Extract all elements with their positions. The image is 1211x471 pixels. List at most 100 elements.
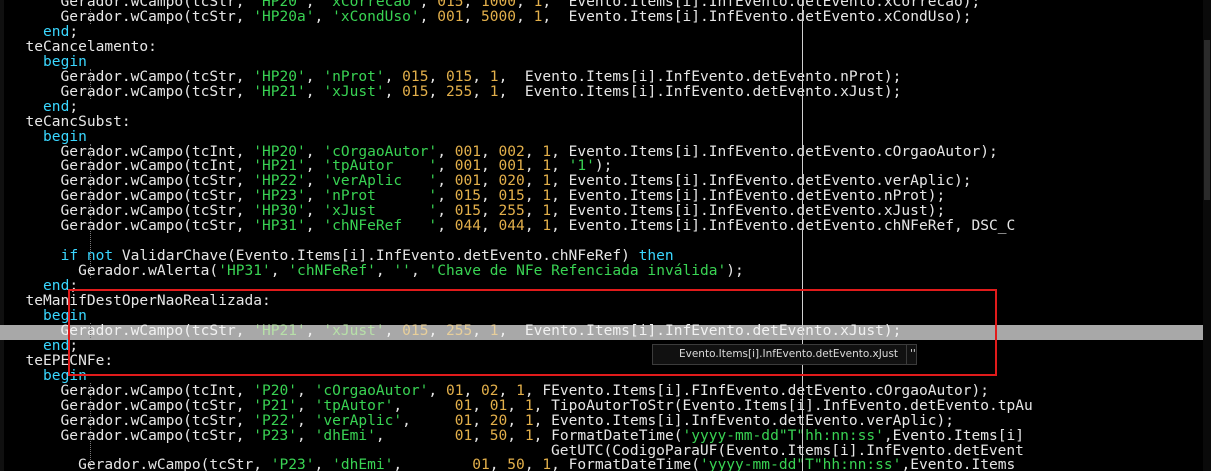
code-text: Gerador.wCampo(tcStr, [8, 456, 271, 471]
code-text: , [375, 262, 394, 280]
code-string: '' [393, 262, 411, 280]
code-text: , [428, 82, 446, 100]
code-line[interactable]: Gerador.wCampo(tcStr, 'HP21', 'xJust', 0… [8, 321, 902, 339]
code-string: 'xJust' [323, 321, 385, 339]
code-text: , [393, 456, 473, 471]
tooltip-expression: Evento.Items[i].InfEvento.detEvento.xJus… [653, 345, 908, 364]
code-number: 01 [472, 456, 490, 471]
code-line[interactable]: end; [8, 24, 78, 39]
code-line[interactable]: begin [8, 308, 87, 323]
code-line[interactable]: Gerador.wCampo(tcStr, 'P23', 'dhEmi', 01… [8, 457, 1015, 471]
indent-guide [90, 382, 91, 471]
code-editor[interactable]: Gerador.wCampo(tcStr, 'HP20', 'xCorrecao… [0, 0, 1211, 471]
code-text: , [472, 321, 490, 339]
code-line[interactable]: Gerador.wCampo(tcStr, 'P21', 'tpAutor', … [8, 398, 1033, 413]
code-string: 'P23' [270, 456, 315, 471]
code-string: 'HP31' [253, 217, 306, 235]
code-text: , [419, 7, 438, 25]
code-line[interactable]: GetUTC(CodigoParaUF(Evento.Items[i].InfE… [8, 443, 1024, 458]
code-number: 50 [507, 456, 525, 471]
code-string: 'xCondUso' [332, 7, 420, 25]
code-text: , [524, 217, 543, 235]
code-text: , [481, 217, 499, 235]
code-line[interactable]: Gerador.wCampo(tcStr, 'HP22', 'verAplic … [8, 173, 972, 188]
code-text: , [428, 321, 446, 339]
indent-guide [90, 68, 91, 99]
code-number: 001 [437, 7, 464, 25]
code-string: 'dhEmi' [332, 456, 394, 471]
code-line[interactable]: teManifDestOperNaoRealizada: [8, 293, 271, 308]
scrollbar-thumb[interactable] [1204, 40, 1210, 200]
code-line[interactable]: begin [8, 54, 87, 69]
code-string: 'chNFeRef ' [323, 217, 438, 235]
editor-gutter[interactable] [0, 0, 4, 471]
code-line[interactable]: Gerador.wAlerta('HP31', 'chNFeRef', '', … [8, 263, 744, 278]
code-number: 044 [454, 217, 481, 235]
code-text: , [314, 7, 333, 25]
code-text: ,Evento.Items [901, 456, 1016, 471]
code-line[interactable]: end; [8, 338, 78, 353]
code-text: , [384, 321, 403, 339]
code-number: 015 [402, 321, 429, 339]
code-number: 1 [542, 456, 552, 471]
code-line[interactable]: teCancelamento: [8, 39, 157, 54]
code-line[interactable]: begin [8, 368, 87, 383]
code-line[interactable]: Gerador.wCampo(tcStr, 'HP20', 'nProt', 0… [8, 69, 902, 84]
code-number: 255 [445, 321, 473, 339]
code-line[interactable]: Gerador.wCampo(tcStr, 'HP31', 'chNFeRef … [8, 217, 1016, 235]
code-text: , [270, 262, 289, 280]
code-text: , Evento.Items[i].InfEvento.detEvento.ch… [551, 217, 1016, 235]
code-text: Gerador.wCampo(tcStr, [8, 217, 254, 235]
code-line[interactable]: Gerador.wCampo(tcStr, 'P22', 'verAplic',… [8, 413, 954, 428]
code-line[interactable]: Gerador.wCampo(tcStr, 'HP30', 'xJust ', … [8, 203, 946, 218]
code-string: 'HP20a' [253, 7, 315, 25]
code-line[interactable]: Gerador.wCampo(tcStr, 'HP23', 'nProt ', … [8, 188, 946, 203]
code-line[interactable]: Gerador.wCampo(tcInt, 'HP20', 'cOrgaoAut… [8, 144, 998, 159]
code-number: 1 [489, 82, 499, 100]
right-margin-line [802, 0, 803, 471]
code-line[interactable]: teEPECNFe: [8, 353, 114, 368]
tooltip-value: '' [910, 348, 916, 360]
code-line[interactable]: Gerador.wCampo(tcStr, 'P23', 'dhEmi', 01… [8, 428, 1025, 443]
code-text: , Evento.Items[i].InfEvento.detEvento.xJ… [498, 82, 902, 100]
code-text: , [472, 82, 490, 100]
code-line[interactable]: if not ValidarChave(Evento.Items[i].InfE… [8, 248, 674, 263]
code-line[interactable]: Gerador.wCampo(tcStr, 'HP20a', 'xCondUso… [8, 9, 972, 24]
code-line[interactable]: end; [8, 99, 78, 114]
code-string: 'chNFeRef' [288, 262, 376, 280]
code-text: , [410, 262, 429, 280]
code-line[interactable]: teCancSubst: [8, 114, 131, 129]
code-text: , [524, 456, 543, 471]
vertical-scrollbar[interactable] [1203, 0, 1211, 471]
code-string: 'Chave de NFe Refenciada inválida' [428, 262, 727, 280]
code-text: , [489, 456, 508, 471]
code-string: 'HP21' [253, 82, 306, 100]
code-line[interactable]: Gerador.wCampo(tcStr, 'HP21', 'xJust', 0… [8, 82, 902, 100]
code-text: , [305, 217, 324, 235]
code-number: 015 [402, 82, 429, 100]
code-text: , [437, 217, 455, 235]
code-line[interactable]: Gerador.wCampo(tcInt, 'HP21', 'tpAutor '… [8, 158, 613, 173]
code-text: , Evento.Items[i].InfEvento.detEvento.cO… [551, 142, 998, 160]
code-line[interactable]: end; [8, 278, 78, 293]
code-text: , [305, 82, 324, 100]
code-text: , [384, 82, 403, 100]
code-string: 'yyyy-mm-dd"T"hh:nn:ss' [700, 456, 902, 471]
code-text: , [516, 7, 534, 25]
debug-hint-tooltip[interactable]: Evento.Items[i].InfEvento.detEvento.xJus… [652, 344, 917, 365]
code-number: 044 [498, 217, 525, 235]
code-number: 255 [445, 82, 473, 100]
code-text: , [463, 7, 482, 25]
indent-guide [90, 143, 91, 279]
code-number: 1 [542, 217, 552, 235]
indent-guide [90, 8, 91, 24]
code-number: 5000 [481, 7, 517, 25]
code-text: , Evento.Items[i].InfEvento.detEvento.xC… [542, 7, 972, 25]
code-string: 'xJust' [323, 82, 385, 100]
code-text: , Evento.Items[i].InfEvento.detEvento.xJ… [498, 321, 902, 339]
code-string: 'HP21' [253, 321, 306, 339]
code-number: 1 [489, 321, 499, 339]
code-line[interactable]: Gerador.wCampo(tcInt, 'P20', 'cOrgaoAuto… [8, 383, 989, 398]
code-string: 'HP31' [218, 262, 271, 280]
code-line[interactable]: begin [8, 129, 87, 144]
